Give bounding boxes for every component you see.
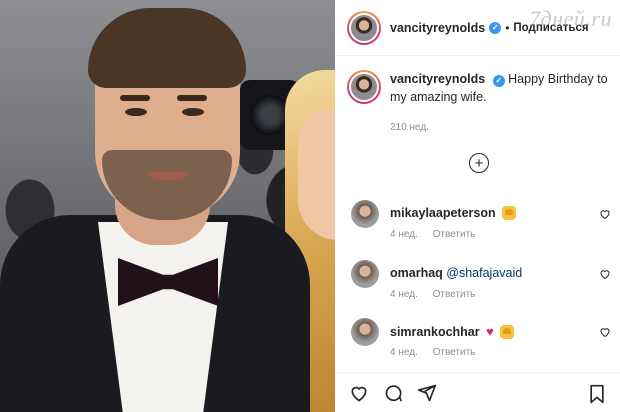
author-username[interactable]: vancityreynolds (390, 21, 485, 35)
comment-item: simrankochhar ♥ 4 нед. Ответить (347, 318, 615, 370)
author-avatar[interactable] (347, 10, 381, 45)
reply-button[interactable]: Ответить (433, 347, 476, 358)
caption-timestamp[interactable]: 210 нед. (390, 122, 429, 133)
avatar-image (349, 72, 379, 102)
comment-icon[interactable] (383, 383, 403, 403)
red-heart-emoji-icon: ♥ (486, 324, 494, 339)
photo-mouth (148, 172, 188, 180)
comment-meta: 4 нед. Ответить (390, 229, 487, 240)
comment-item: mikaylaapeterson 4 нед. Ответить (347, 200, 615, 252)
photo-eye (182, 108, 204, 116)
plus-circle-icon[interactable]: + (469, 153, 489, 173)
like-comment-heart-icon[interactable] (599, 326, 611, 338)
post-header: vancityreynolds ✓ • Подписаться 7дней.ru (335, 0, 620, 56)
site-watermark: 7дней.ru (529, 6, 612, 31)
share-icon[interactable] (417, 383, 437, 403)
photo-woman-face (298, 110, 335, 240)
like-comment-heart-icon[interactable] (599, 208, 611, 220)
commenter-avatar[interactable] (351, 318, 379, 346)
comment-line: simrankochhar ♥ (390, 324, 515, 339)
post-action-bar (335, 372, 620, 412)
commenter-username[interactable]: omarhaq (390, 266, 443, 280)
verified-badge-icon: ✓ (492, 75, 505, 87)
reply-button[interactable]: Ответить (433, 289, 476, 300)
comment-timestamp[interactable]: 4 нед. (390, 347, 418, 358)
like-comment-heart-icon[interactable] (599, 268, 611, 280)
bookmark-icon[interactable] (588, 384, 606, 404)
photo-brow (177, 95, 207, 101)
commenter-avatar[interactable] (351, 260, 379, 288)
comment-line: mikaylaapeterson (390, 206, 517, 220)
photo-brow (120, 95, 150, 101)
raising-hands-emoji-icon (500, 325, 515, 339)
caption-avatar[interactable] (347, 70, 381, 104)
reply-button[interactable]: Ответить (433, 229, 476, 240)
commenter-username[interactable]: mikaylaapeterson (390, 206, 496, 220)
verified-badge-icon: ✓ (489, 21, 502, 34)
comment-line: omarhaq @shafajavaid (390, 266, 522, 280)
avatar-image (349, 12, 379, 43)
raising-hands-emoji-icon (502, 206, 517, 220)
post-side-panel: vancityreynolds ✓ • Подписаться 7дней.ru… (335, 0, 620, 412)
post-caption: vancityreynolds ✓ Happy Birthday to my a… (347, 70, 612, 133)
caption-username[interactable]: vancityreynolds (390, 72, 485, 86)
comment-item: omarhaq @shafajavaid 4 нед. Ответить (347, 260, 615, 312)
heart-icon[interactable] (349, 383, 369, 403)
photo-eye (125, 108, 147, 116)
comment-meta: 4 нед. Ответить (390, 347, 487, 358)
comment-meta: 4 нед. Ответить (390, 289, 487, 300)
separator-dot: • (505, 20, 510, 35)
commenter-username[interactable]: simrankochhar (390, 325, 480, 339)
commenter-avatar[interactable] (351, 200, 379, 228)
photo-man-hair (88, 8, 246, 88)
comment-mention[interactable]: @shafajavaid (446, 266, 522, 280)
post-photo[interactable] (0, 0, 335, 412)
comment-timestamp[interactable]: 4 нед. (390, 229, 418, 240)
comment-timestamp[interactable]: 4 нед. (390, 289, 418, 300)
caption-text-block: vancityreynolds ✓ Happy Birthday to my a… (390, 70, 610, 106)
